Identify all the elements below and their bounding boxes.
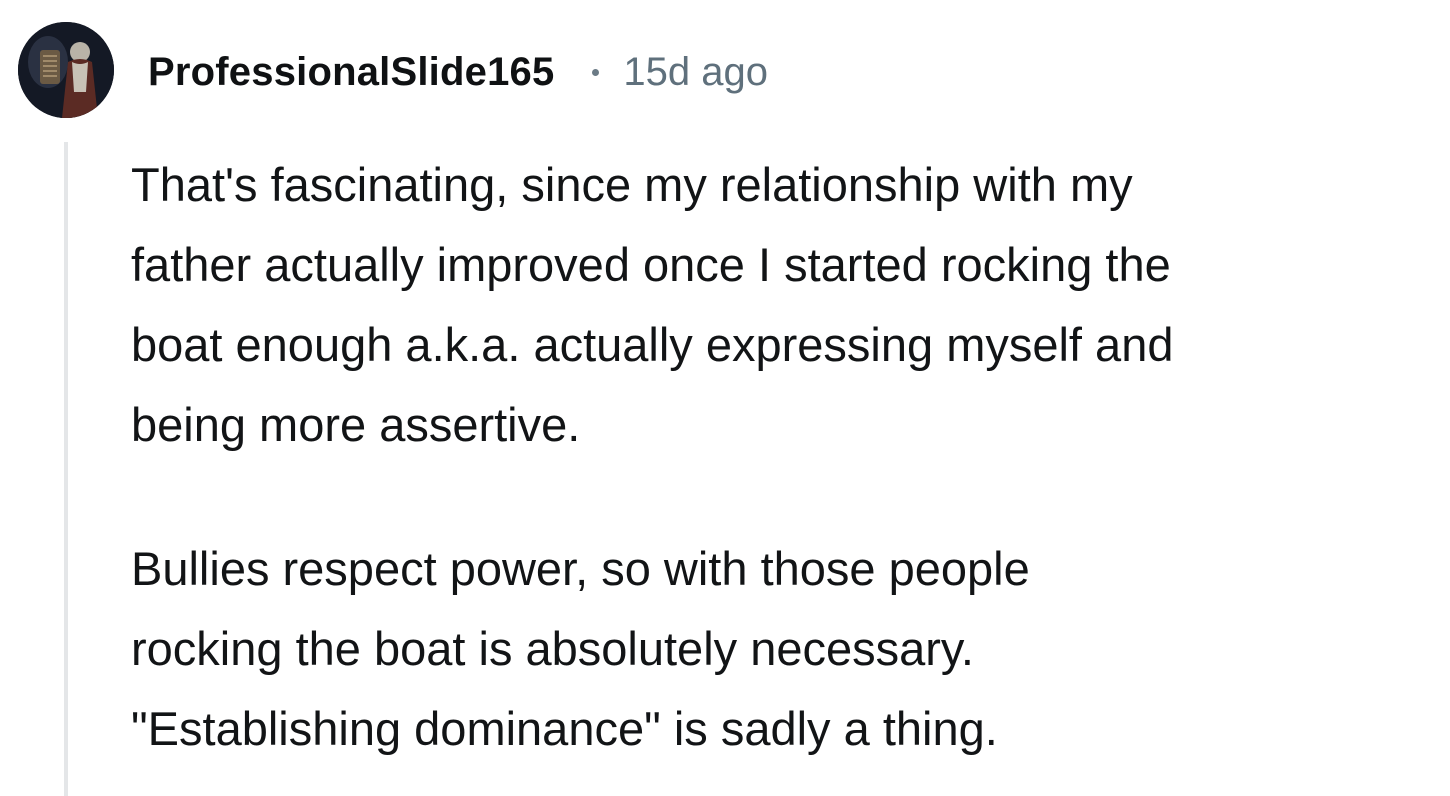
comment-header: ProfessionalSlide165 15d ago [148,44,768,100]
comment-body: That's fascinating, since my relationshi… [131,145,1431,769]
username-link[interactable]: ProfessionalSlide165 [148,50,554,95]
comment-paragraph: Bullies respect power, so with those peo… [131,529,1431,769]
comment-paragraph: That's fascinating, since my relationshi… [131,145,1431,465]
comment-line: Bullies respect power, so with those peo… [131,542,1030,595]
separator-dot [592,68,600,76]
comment-line: boat enough a.k.a. actually expressing m… [131,318,1174,371]
comment-line: being more assertive. [131,398,581,451]
thread-line[interactable] [64,142,68,796]
timestamp-link[interactable]: 15d ago [623,50,768,95]
comment-line: father actually improved once I started … [131,238,1171,291]
comment-line: "Establishing dominance" is sadly a thin… [131,702,998,755]
user-avatar-icon [18,22,114,118]
comment-line: That's fascinating, since my relationshi… [131,158,1133,211]
comment-line: rocking the boat is absolutely necessary… [131,622,974,675]
avatar[interactable] [18,22,114,118]
